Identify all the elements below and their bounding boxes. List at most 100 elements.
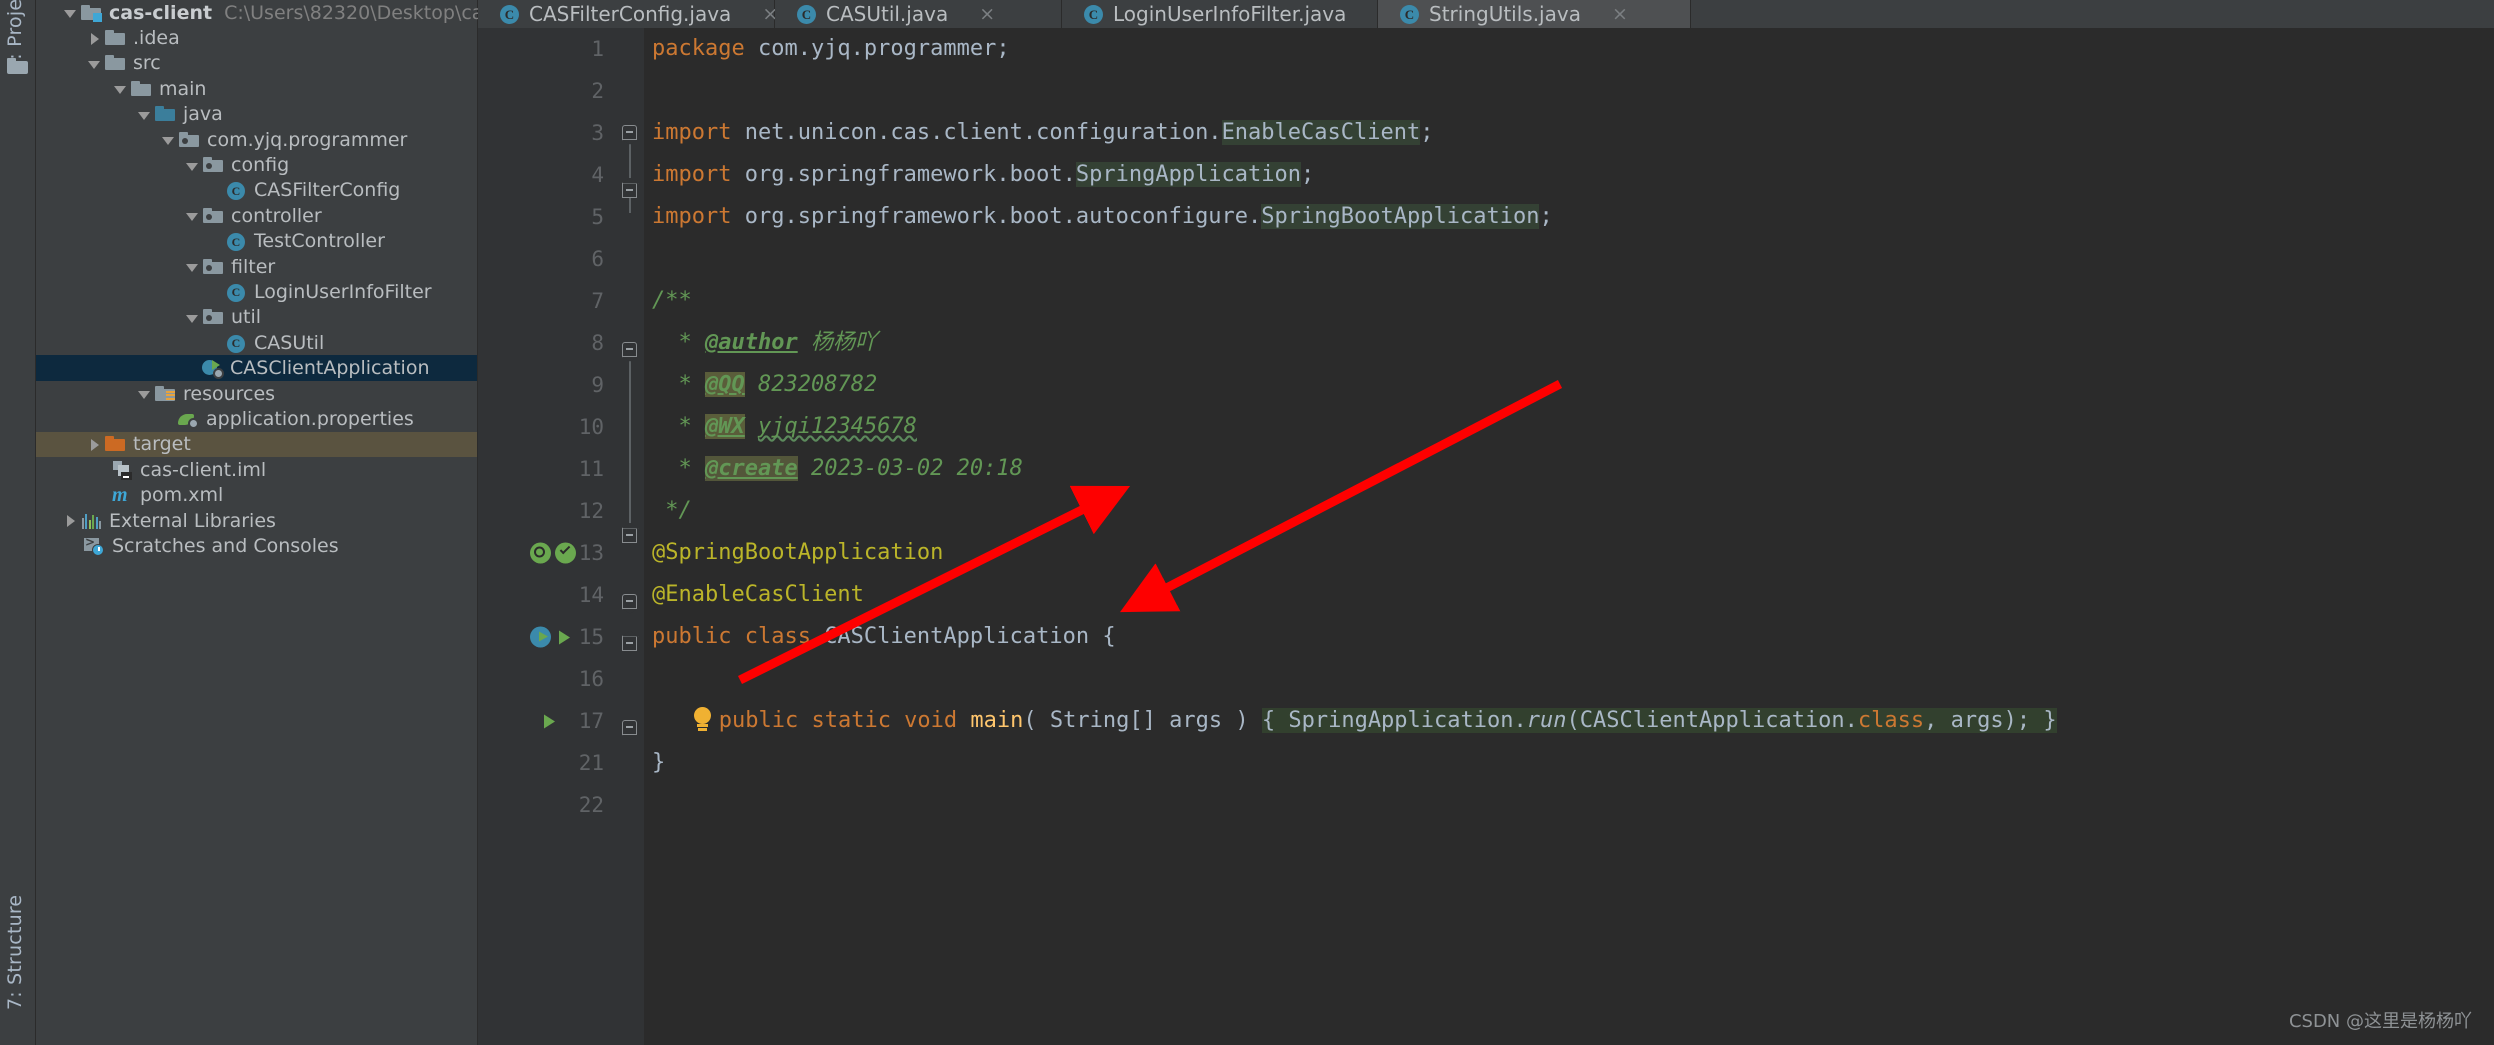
fold-marker-annotations-end[interactable] (622, 636, 637, 651)
editor-tab-bar: C CASFilterConfig.java × C CASUtil.java … (478, 0, 2494, 28)
run-play-icon[interactable] (540, 711, 561, 732)
tree-label: config (231, 154, 290, 177)
code-line-15: public class CASClientApplication { (652, 624, 1116, 649)
chevron-down-icon[interactable] (112, 80, 129, 97)
run-play-icon[interactable] (555, 627, 576, 648)
line-number: 16 (578, 667, 604, 691)
tree-row-config[interactable]: config (36, 152, 477, 177)
code-line-1: package com.yjq.programmer; (652, 36, 1010, 61)
tree-row-util[interactable]: util (36, 305, 477, 330)
tree-label: TestController (254, 230, 385, 253)
line-number: 22 (578, 793, 604, 817)
fold-marker-annotations[interactable] (622, 594, 637, 609)
line-number: 21 (578, 751, 604, 775)
tree-row-testcontroller[interactable]: C TestController (36, 229, 477, 254)
chevron-down-icon[interactable] (136, 385, 153, 402)
tree-row-cas-client-iml[interactable]: cas-client.iml (36, 457, 477, 482)
tree-row-main[interactable]: main (36, 76, 477, 101)
tree-row-src[interactable]: src (36, 51, 477, 76)
tree-label: target (133, 433, 191, 456)
code-line-14: @EnableCasClient (652, 582, 864, 607)
tree-row-package-root[interactable]: com.yjq.programmer (36, 127, 477, 152)
line-number: 2 (591, 79, 604, 103)
fold-marker-javadoc-end[interactable] (622, 528, 637, 543)
tree-row-java[interactable]: java (36, 102, 477, 127)
tree-row-idea[interactable]: .idea (36, 25, 477, 50)
line-number: 14 (578, 583, 604, 607)
gutter-icons-line15[interactable] (530, 626, 576, 648)
tree-label: resources (183, 382, 276, 405)
chevron-down-icon[interactable] (160, 131, 177, 148)
tree-label: Scratches and Consoles (112, 534, 339, 557)
scratches-icon (84, 535, 105, 556)
code-line-21: } (652, 750, 666, 775)
project-tree[interactable]: cas-client C:\Users\82320\Desktop\cas\ca… (36, 0, 591, 559)
project-folder-icon (7, 58, 28, 75)
checked-bean-icon[interactable] (555, 542, 576, 564)
ide-window: 1: Project 7: Structure cas-client C:\Us… (0, 0, 2494, 1045)
chevron-down-icon[interactable] (136, 106, 153, 123)
line-number: 7 (591, 289, 604, 313)
tree-row-controller[interactable]: controller (36, 203, 477, 228)
javadoc-create-value: 2023-03-02 20:18 (810, 456, 1023, 481)
tree-row-casutil[interactable]: C CASUtil (36, 330, 477, 355)
tree-row-root[interactable]: cas-client C:\Users\82320\Desktop\cas\ca… (36, 0, 591, 25)
java-class-icon: C (1084, 4, 1104, 24)
tab-loginuserinfofilter[interactable]: C LoginUserInfoFilter.java × (1062, 0, 1393, 28)
fold-marker-javadoc[interactable] (622, 342, 637, 357)
chevron-down-icon[interactable] (62, 4, 79, 21)
tree-row-loginuserinfofilter[interactable]: C LoginUserInfoFilter (36, 279, 477, 304)
package-folder-icon (179, 131, 200, 149)
chevron-right-icon[interactable] (62, 512, 79, 529)
excluded-folder-icon (105, 435, 126, 453)
chevron-down-icon[interactable] (184, 258, 201, 275)
line-number: 15 (578, 625, 604, 649)
gutter-icons-line13[interactable] (530, 542, 576, 564)
tree-row-scratches-and-consoles[interactable]: Scratches and Consoles (36, 533, 477, 558)
tree-row-application-properties[interactable]: application.properties (36, 406, 477, 431)
tab-stringutils[interactable]: C StringUtils.java × (1378, 0, 1691, 28)
tool-tab-structure[interactable]: 7: Structure (4, 895, 26, 1010)
tab-casfilterconfig[interactable]: C CASFilterConfig.java × (478, 0, 778, 28)
chevron-right-icon[interactable] (86, 436, 103, 453)
tree-row-casclientapplication[interactable]: CASClientApplication (36, 355, 477, 381)
editor-text[interactable]: package com.yjq.programmer; import net.u… (644, 28, 2494, 1045)
editor-fold-column[interactable] (616, 28, 644, 1045)
fold-marker-imports-end[interactable] (622, 183, 637, 198)
tree-label: LoginUserInfoFilter (254, 280, 432, 303)
tree-label: application.properties (206, 407, 414, 430)
chevron-down-icon[interactable] (86, 55, 103, 72)
tab-casutil[interactable]: C CASUtil.java × (775, 0, 1062, 28)
intention-bulb-icon[interactable] (692, 707, 713, 732)
editor-gutter[interactable]: 1 2 3 4 5 6 7 8 9 10 11 12 13 14 15 16 1… (478, 28, 616, 1045)
tree-label: CASFilterConfig (254, 179, 401, 202)
spring-bean-icon[interactable] (530, 542, 551, 564)
close-icon[interactable]: × (979, 3, 995, 25)
tree-row-casfilterconfig[interactable]: C CASFilterConfig (36, 178, 477, 203)
tab-label: CASFilterConfig.java (529, 2, 732, 26)
package-folder-icon (203, 258, 224, 276)
fold-marker-imports[interactable] (622, 125, 637, 140)
tree-row-filter[interactable]: filter (36, 254, 477, 279)
folder-icon (105, 29, 126, 47)
tree-row-resources[interactable]: resources (36, 381, 477, 406)
tree-row-pom-xml[interactable]: m pom.xml (36, 482, 477, 507)
code-line-11: * @create 2023-03-02 20:18 (652, 456, 1023, 481)
close-icon[interactable]: × (1612, 3, 1628, 25)
chevron-down-icon[interactable] (184, 309, 201, 326)
tree-row-external-libraries[interactable]: External Libraries (36, 508, 477, 533)
line-number: 6 (591, 247, 604, 271)
tree-row-target[interactable]: target (36, 431, 477, 458)
chevron-right-icon[interactable] (86, 30, 103, 47)
fold-marker-main[interactable] (622, 720, 637, 735)
code-line-12: */ (652, 498, 692, 523)
code-editor[interactable]: 1 2 3 4 5 6 7 8 9 10 11 12 13 14 15 16 1… (478, 28, 2494, 1045)
gutter-icons-line17[interactable] (540, 711, 561, 732)
chevron-down-icon[interactable] (184, 207, 201, 224)
spring-run-icon[interactable] (530, 626, 551, 648)
spring-boot-run-icon (202, 359, 224, 380)
chevron-down-icon[interactable] (184, 157, 201, 174)
line-number: 3 (591, 121, 604, 145)
